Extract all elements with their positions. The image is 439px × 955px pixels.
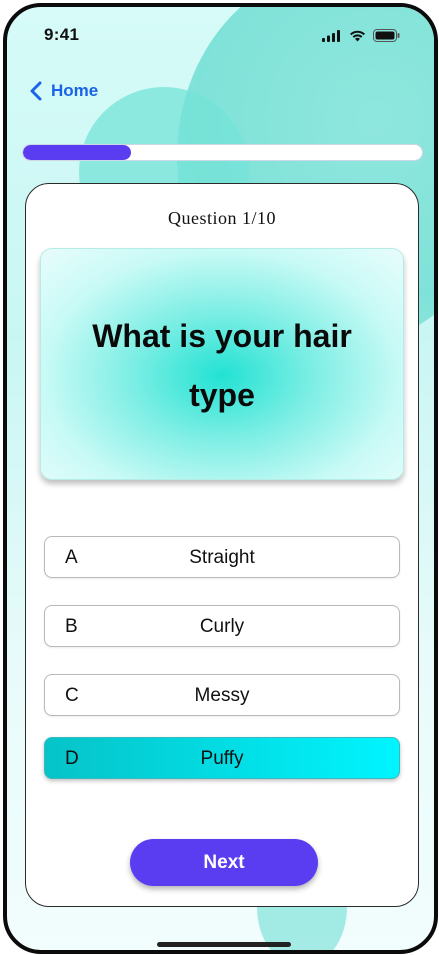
signal-icon [322,29,340,42]
answer-option-c[interactable]: C Messy [44,674,400,716]
answer-option-a[interactable]: A Straight [44,536,400,578]
option-label: Curly [199,616,245,637]
option-label: Puffy [200,748,244,769]
back-home-link[interactable]: Home [29,81,98,101]
status-icons [322,29,400,42]
option-label: Straight [189,547,255,568]
wifi-icon [350,30,365,41]
quiz-card: Question 1/10 What is your hair type A S… [25,183,419,907]
answer-option-b[interactable]: B Curly [44,605,400,647]
question-text: What is your hair type [92,318,352,413]
status-bar: 9:41 [7,7,434,59]
option-label: Messy [194,685,250,706]
battery-icon [373,29,400,42]
answer-option-d[interactable]: D Puffy [44,737,400,779]
question-counter: Question 1/10 [168,208,276,228]
chevron-left-icon [30,81,42,101]
back-home-label: Home [51,81,99,100]
next-button[interactable]: Next [130,839,318,886]
phone-frame: 9:41 Home Question 1/10 What is your hai… [3,3,438,954]
question-box: What is your hair type [40,248,404,480]
status-time: 9:41 [44,25,80,44]
home-indicator [157,942,291,947]
quiz-progress-bar [22,144,423,161]
quiz-progress-fill [23,145,131,160]
